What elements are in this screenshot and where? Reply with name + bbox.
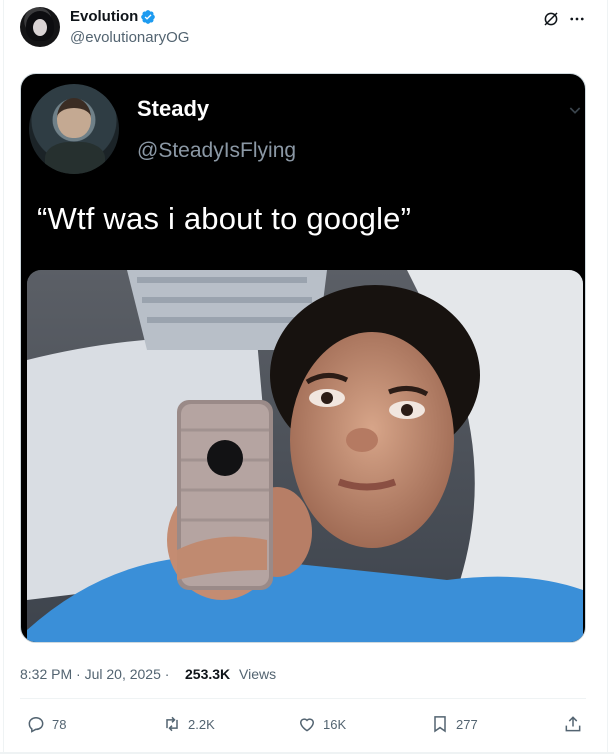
bookmark-icon: [434, 716, 446, 733]
views-count: 253.3K: [185, 666, 231, 682]
quoted-tweet-text: “Wtf was i about to google”: [37, 201, 412, 236]
bookmark-count: 277: [456, 716, 478, 732]
heart-icon: [299, 718, 315, 732]
divider: [20, 698, 586, 699]
like-count: 16K: [323, 716, 347, 732]
chevron-down-icon: [569, 107, 581, 114]
author-avatar[interactable]: [20, 7, 60, 47]
quoted-author-avatar: [29, 84, 119, 174]
meme-photo-illustration: [27, 270, 583, 642]
quoted-author-name: Steady: [137, 96, 210, 121]
author-handle[interactable]: @evolutionaryOG: [70, 29, 189, 46]
retweet-count: 2.2K: [188, 716, 215, 732]
like-button[interactable]: 16K: [297, 712, 346, 736]
retweet-icon: [166, 716, 178, 732]
tweet-timestamp[interactable]: 8:32 PM · Jul 20, 2025 ·: [20, 666, 169, 682]
share-button[interactable]: [563, 712, 583, 736]
retweet-button[interactable]: 2.2K: [162, 712, 215, 736]
meme-photo: [27, 270, 583, 642]
views-label: Views: [239, 666, 277, 682]
more-icon[interactable]: [568, 10, 586, 28]
reply-button[interactable]: 78: [26, 712, 66, 736]
author-display-name[interactable]: Evolution: [70, 8, 138, 25]
tweet-media[interactable]: Steady @SteadyIsFlying “Wtf was i about …: [20, 73, 586, 643]
verified-badge-icon: [141, 10, 155, 24]
reply-icon: [28, 716, 44, 733]
quoted-author-handle: @SteadyIsFlying: [137, 139, 297, 162]
share-icon: [565, 716, 581, 732]
grok-icon[interactable]: [542, 10, 560, 28]
reply-count: 78: [52, 716, 67, 732]
bookmark-button[interactable]: 277: [430, 712, 478, 736]
